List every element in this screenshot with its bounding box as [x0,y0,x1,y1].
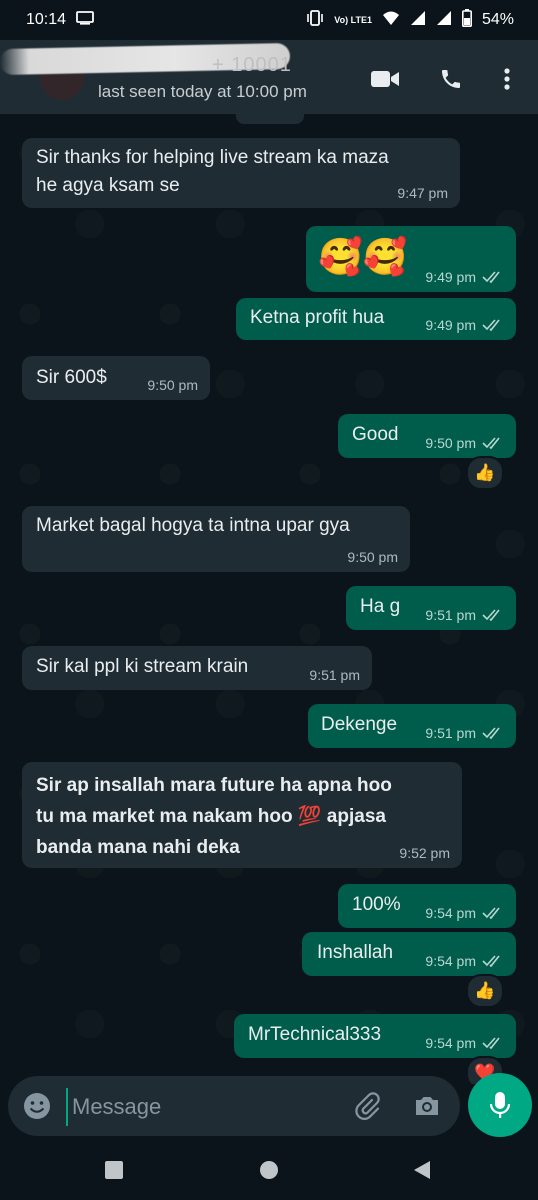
message-time: 9:51 pm [425,725,476,741]
read-ticks-icon [482,437,500,450]
read-ticks-icon [482,319,500,332]
message-time: 9:49 pm [425,317,476,333]
message-time: 9:54 pm [425,1035,476,1051]
read-ticks-icon [482,727,500,740]
signal-icon-2 [436,10,452,31]
message-time: 9:52 pm [399,845,450,861]
message-time: 9:50 pm [425,435,476,451]
message-time: 9:51 pm [425,607,476,623]
screen-cast-icon [76,10,94,30]
message-bubble-outgoing[interactable]: Ketna profit hua 9:49 pm [236,298,516,340]
attach-icon[interactable] [352,1091,382,1126]
message-bubble-incoming[interactable]: Sir 600$ 9:50 pm [22,356,210,400]
message-bubble-outgoing[interactable]: 100% 9:54 pm [338,884,516,928]
vibrate-icon [306,9,324,31]
message-time: 9:51 pm [309,667,360,683]
back-icon[interactable] [412,1160,432,1185]
message-time: 9:54 pm [425,905,476,921]
message-bubble-outgoing[interactable]: Dekenge 9:51 pm [308,704,516,748]
message-time: 9:47 pm [397,185,448,201]
system-navigation-bar [0,1142,538,1200]
message-time: 9:50 pm [147,377,198,393]
home-icon[interactable] [259,1160,279,1185]
message-composer[interactable] [8,1076,460,1136]
recents-icon[interactable] [104,1160,124,1185]
message-time: 9:50 pm [347,549,398,565]
message-bubble-incoming[interactable]: Sir thanks for helping live stream ka ma… [22,138,460,208]
message-bubble-outgoing[interactable]: 🥰🥰 9:49 pm [306,226,516,292]
camera-icon[interactable] [412,1091,442,1126]
mic-icon [489,1092,511,1118]
message-bubble-incoming[interactable]: Market bagal hogya ta intna upar gya 9:5… [22,506,410,572]
message-bubble-incoming[interactable]: Sir kal ppl ki stream krain 9:51 pm [22,646,372,690]
contact-name[interactable]: + 10001 [212,54,292,77]
read-ticks-icon [482,271,500,284]
more-options-icon[interactable] [492,64,522,94]
mic-button[interactable] [468,1073,532,1137]
chat-header[interactable]: + 10001 last seen today at 10:00 pm [0,40,538,114]
voice-call-icon[interactable] [436,64,466,94]
last-seen-status: last seen today at 10:00 pm [98,82,307,101]
message-bubble-outgoing[interactable]: Good 9:50 pm [338,414,516,458]
message-bubble-incoming[interactable]: Sir ap insallah mara future ha apna hoo … [22,762,462,868]
reaction-badge[interactable]: 👍 [466,974,504,1008]
signal-icon [410,10,426,31]
read-ticks-icon [482,907,500,920]
message-time: 9:54 pm [425,953,476,969]
reaction-badge[interactable]: 👍 [466,456,504,490]
message-text: Sir ap insallah mara future ha apna hoo … [36,775,392,858]
battery-icon [461,8,472,32]
message-bubble-outgoing[interactable]: MrTechnical333 9:54 pm [234,1014,516,1058]
video-call-icon[interactable] [370,64,400,94]
wifi-icon [382,10,400,31]
message-bubble-outgoing[interactable]: Ha g 9:51 pm [346,586,516,630]
previous-message-stub [236,114,304,124]
volte-icon: Vo) LTE1 [334,14,372,25]
read-ticks-icon [482,609,500,622]
status-time: 10:14 [26,11,67,28]
read-ticks-icon [482,1037,500,1050]
message-text: Sir thanks for helping live stream ka ma… [36,147,389,196]
battery-percentage: 54% [481,11,514,28]
emoji-icon[interactable] [22,1091,52,1126]
message-list[interactable]: Sir thanks for helping live stream ka ma… [0,114,538,1084]
read-ticks-icon [482,955,500,968]
message-input[interactable] [66,1088,344,1126]
message-bubble-outgoing[interactable]: Inshallah 9:54 pm [302,932,516,976]
message-time: 9:49 pm [425,269,476,285]
status-bar: 10:14 Vo) LTE1 54% [0,0,538,40]
message-text: Market bagal hogya ta intna upar gya [36,515,350,536]
